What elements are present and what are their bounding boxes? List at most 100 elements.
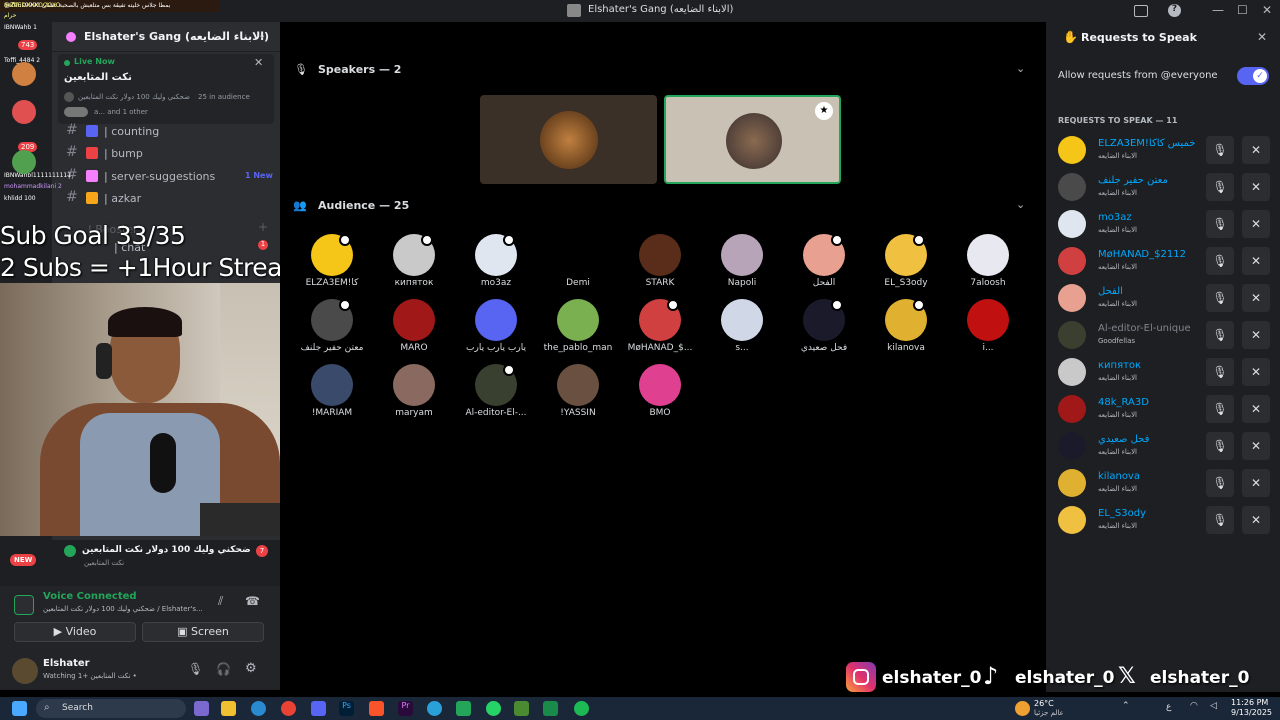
chrome-icon[interactable]: [281, 701, 296, 716]
channel-counting[interactable]: # | counting: [62, 122, 272, 142]
premiere-icon[interactable]: Pr: [398, 701, 413, 716]
minecraft-icon[interactable]: [514, 701, 529, 716]
audience-member[interactable]: !MARIAM: [297, 364, 367, 418]
request-row[interactable]: EL_S3ody الابناء الضايعه 🎙 ✕: [1058, 504, 1273, 536]
chevron-down-icon[interactable]: ⌄: [1016, 62, 1025, 75]
request-row[interactable]: kilanova الابناء الضايعه 🎙 ✕: [1058, 467, 1273, 499]
request-row[interactable]: 48k_RA3D الابناء الضايعه 🎙 ✕: [1058, 393, 1273, 425]
edge-icon[interactable]: [251, 701, 266, 716]
request-row[interactable]: mo3az الابناء الضايعه 🎙 ✕: [1058, 208, 1273, 240]
invite-to-speak-button[interactable]: 🎙: [1206, 284, 1234, 312]
minimize-button[interactable]: —: [1212, 3, 1224, 17]
audience-member[interactable]: MøHANAD_$...: [625, 299, 695, 353]
chevron-down-icon[interactable]: ⌄: [1016, 198, 1025, 211]
clock-time[interactable]: 11:26 PM: [1231, 698, 1268, 707]
audience-member[interactable]: Al-editor-El-...: [461, 364, 531, 418]
audience-member[interactable]: maryam: [379, 364, 449, 418]
dismiss-request-button[interactable]: ✕: [1242, 358, 1270, 386]
audience-member[interactable]: يارب يارب يارب: [461, 299, 531, 353]
add-channel-icon[interactable]: +: [258, 220, 268, 234]
dismiss-request-button[interactable]: ✕: [1242, 432, 1270, 460]
app-icon[interactable]: [456, 701, 471, 716]
request-row[interactable]: الفحل الابناء الضايعه 🎙 ✕: [1058, 282, 1273, 314]
request-row[interactable]: معتن حفير جلنف الابناء الضايعه 🎙 ✕: [1058, 171, 1273, 203]
clock-date[interactable]: 9/13/2025: [1231, 708, 1272, 717]
request-row[interactable]: кипяток الابناء الضايعه 🎙 ✕: [1058, 356, 1273, 388]
audience-member[interactable]: !YASSIN: [543, 364, 613, 418]
audience-member[interactable]: MARO: [379, 299, 449, 353]
dismiss-request-button[interactable]: ✕: [1242, 469, 1270, 497]
signal-icon[interactable]: [14, 595, 34, 615]
invite-to-speak-button[interactable]: 🎙: [1206, 506, 1234, 534]
wifi-icon[interactable]: ◠: [1190, 701, 1198, 711]
channel-bump[interactable]: # | bump: [62, 144, 272, 164]
task-view-icon[interactable]: [194, 701, 209, 716]
windows-start-icon[interactable]: [12, 701, 27, 716]
invite-to-speak-button[interactable]: 🎙: [1206, 395, 1234, 423]
audience-member[interactable]: кипяток: [379, 234, 449, 288]
screen-share-button[interactable]: ▣ Screen: [142, 622, 264, 642]
close-live-icon[interactable]: ✕: [254, 56, 263, 69]
invite-to-speak-button[interactable]: 🎙: [1206, 432, 1234, 460]
request-row[interactable]: Al-editor-El-unique Goodfellas 🎙 ✕: [1058, 319, 1273, 351]
invite-to-speak-button[interactable]: 🎙: [1206, 469, 1234, 497]
server-header[interactable]: Elshater's Gang (الابناء الضايعه) ⌄: [52, 22, 280, 52]
language-indicator[interactable]: ع: [1166, 702, 1171, 712]
allow-requests-toggle[interactable]: ✓: [1237, 67, 1269, 85]
speaker-tile[interactable]: [480, 95, 657, 184]
audience-member[interactable]: mo3az: [461, 234, 531, 288]
invite-to-speak-button[interactable]: 🎙: [1206, 321, 1234, 349]
audience-member[interactable]: ELZA3EM!كا: [297, 234, 367, 288]
volume-icon[interactable]: ◁: [1210, 701, 1217, 711]
invite-to-speak-button[interactable]: 🎙: [1206, 358, 1234, 386]
audience-member[interactable]: s...: [707, 299, 777, 353]
audience-member[interactable]: BMO: [625, 364, 695, 418]
request-row[interactable]: ELZA3EM!خميس كاكا الابناء الضايعه 🎙 ✕: [1058, 134, 1273, 166]
audience-member[interactable]: Demi: [543, 234, 613, 288]
invite-to-speak-button[interactable]: 🎙: [1206, 136, 1234, 164]
speaker-tile-active[interactable]: ★: [664, 95, 841, 184]
spotify-icon[interactable]: [574, 701, 589, 716]
dismiss-request-button[interactable]: ✕: [1242, 173, 1270, 201]
audience-member[interactable]: kilanova: [871, 299, 941, 353]
audience-member[interactable]: i...: [953, 299, 1023, 353]
tray-chevron-icon[interactable]: ⌃: [1122, 701, 1130, 711]
close-panel-icon[interactable]: ✕: [1257, 30, 1267, 44]
channel-azkar[interactable]: # | azkar: [62, 189, 272, 209]
close-window-button[interactable]: ✕: [1262, 3, 1272, 17]
telegram-icon[interactable]: [427, 701, 442, 716]
invite-to-speak-button[interactable]: 🎙: [1206, 247, 1234, 275]
stage-notice[interactable]: NEW ضحكني وليك 100 دولار نكت المتابعين ن…: [0, 540, 280, 586]
dismiss-request-button[interactable]: ✕: [1242, 395, 1270, 423]
dismiss-request-button[interactable]: ✕: [1242, 247, 1270, 275]
dismiss-request-button[interactable]: ✕: [1242, 506, 1270, 534]
audience-member[interactable]: the_pablo_man: [543, 299, 613, 353]
voice-channel[interactable]: ضحكني وليك 100 دولار نكت المتابعين / Els…: [43, 605, 203, 613]
microphone-icon[interactable]: 🎙: [188, 662, 203, 676]
user-avatar[interactable]: [12, 658, 38, 684]
headphones-icon[interactable]: 🎧: [216, 662, 231, 676]
dismiss-request-button[interactable]: ✕: [1242, 136, 1270, 164]
video-button[interactable]: ▶ Video: [14, 622, 136, 642]
audience-member[interactable]: معتن حفير جلنف: [297, 299, 367, 353]
request-row[interactable]: فحل صعيدي الابناء الضايعه 🎙 ✕: [1058, 430, 1273, 462]
photoshop-icon[interactable]: Ps: [339, 701, 354, 716]
live-stage-card[interactable]: Live Now ✕ نكت المتابعين ضحكني وليك 100 …: [58, 54, 274, 124]
app-icon[interactable]: [543, 701, 558, 716]
audience-member[interactable]: 7aloosh: [953, 234, 1023, 288]
whatsapp-icon[interactable]: [486, 701, 501, 716]
dismiss-request-button[interactable]: ✕: [1242, 284, 1270, 312]
invite-to-speak-button[interactable]: 🎙: [1206, 173, 1234, 201]
invite-to-speak-button[interactable]: 🎙: [1206, 210, 1234, 238]
audience-member[interactable]: STARK: [625, 234, 695, 288]
request-row[interactable]: MøHANAD_$2112 الابناء الضايعه 🎙 ✕: [1058, 245, 1273, 277]
dismiss-request-button[interactable]: ✕: [1242, 210, 1270, 238]
taskbar-search[interactable]: ⌕ Search: [36, 699, 186, 718]
gear-icon[interactable]: ⚙: [245, 661, 257, 676]
audience-member[interactable]: Napoli: [707, 234, 777, 288]
brave-icon[interactable]: [369, 701, 384, 716]
inbox-icon[interactable]: [1134, 5, 1148, 17]
file-explorer-icon[interactable]: [221, 701, 236, 716]
maximize-button[interactable]: ☐: [1237, 3, 1248, 17]
channel-server-suggestions[interactable]: # | server-suggestions 1 New: [62, 167, 273, 187]
